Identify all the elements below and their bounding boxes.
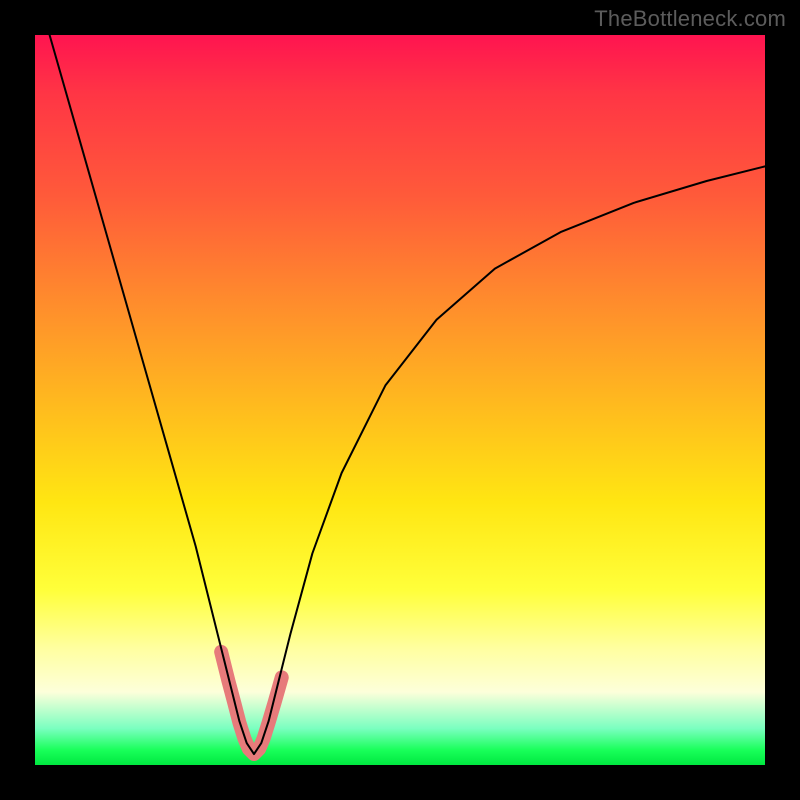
chart-frame: TheBottleneck.com xyxy=(0,0,800,800)
bottleneck-curve xyxy=(50,35,765,754)
watermark-text: TheBottleneck.com xyxy=(594,6,786,32)
plot-area xyxy=(35,35,765,765)
curve-svg xyxy=(35,35,765,765)
